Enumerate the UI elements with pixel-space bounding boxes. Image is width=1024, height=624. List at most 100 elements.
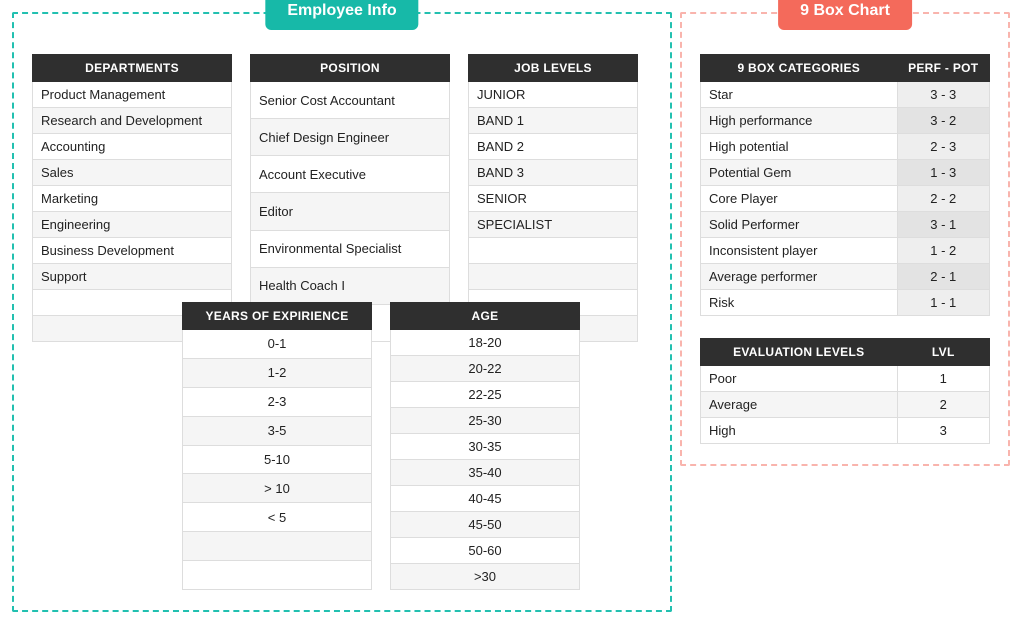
nine-box-header-cat: 9 BOX CATEGORIES [701,55,898,82]
table-row: Health Coach I [251,267,450,304]
cell: >30 [391,564,580,590]
years-table: YEARS OF EXPIRIENCE 0-11-22-33-55-10> 10… [182,302,372,590]
cell: 22-25 [391,382,580,408]
cell: > 10 [183,474,372,503]
cell: High potential [701,134,898,160]
cell: 1 [897,366,989,392]
table-row: 50-60 [391,538,580,564]
table-row: Product Management [33,82,232,108]
table-row: 30-35 [391,434,580,460]
table-row [469,238,638,264]
table-row: Senior Cost Accountant [251,82,450,119]
departments-header: DEPARTMENTS [33,55,232,82]
cell: Senior Cost Accountant [251,82,450,119]
cell: 1 - 2 [897,238,989,264]
age-table: AGE 18-2020-2222-2525-3030-3535-4040-454… [390,302,580,590]
cell: Account Executive [251,156,450,193]
employee-info-row1: DEPARTMENTS Product ManagementResearch a… [32,54,652,342]
cell: Support [33,264,232,290]
cell: BAND 1 [469,108,638,134]
cell: 3 - 2 [897,108,989,134]
age-header: AGE [391,303,580,330]
evaluation-table: EVALUATION LEVELS LVL Poor1Average2High3 [700,338,990,444]
table-row: > 10 [183,474,372,503]
nine-box-title: 9 Box Chart [778,0,912,30]
cell [469,264,638,290]
table-row: 1-2 [183,358,372,387]
cell: 2 - 2 [897,186,989,212]
cell: SPECIALIST [469,212,638,238]
table-row: Editor [251,193,450,230]
cell: 1-2 [183,358,372,387]
cell: 3 - 3 [897,82,989,108]
cell: 20-22 [391,356,580,382]
cell: 3 [897,418,989,444]
table-row: Environmental Specialist [251,230,450,267]
table-row: 3-5 [183,416,372,445]
cell [183,532,372,561]
table-row: BAND 3 [469,160,638,186]
employee-info-panel: Employee Info DEPARTMENTS Product Manage… [12,12,672,612]
cell [183,561,372,590]
table-row: < 5 [183,503,372,532]
table-row: Inconsistent player1 - 2 [701,238,990,264]
cell: 3-5 [183,416,372,445]
table-row: Accounting [33,134,232,160]
cell: Product Management [33,82,232,108]
nine-box-table: 9 BOX CATEGORIES PERF - POT Star3 - 3Hig… [700,54,990,316]
cell: Health Coach I [251,267,450,304]
employee-info-title: Employee Info [265,0,418,30]
cell: JUNIOR [469,82,638,108]
table-row: Marketing [33,186,232,212]
table-row: Core Player2 - 2 [701,186,990,212]
cell: Average [701,392,898,418]
table-row: 45-50 [391,512,580,538]
table-row: Chief Design Engineer [251,119,450,156]
table-row: 25-30 [391,408,580,434]
cell: 2 [897,392,989,418]
table-row: BAND 1 [469,108,638,134]
joblevels-header: JOB LEVELS [469,55,638,82]
age-body: 18-2020-2222-2525-3030-3535-4040-4545-50… [391,330,580,590]
employee-info-row2: YEARS OF EXPIRIENCE 0-11-22-33-55-10> 10… [182,302,652,590]
table-row: 5-10 [183,445,372,474]
cell: 0-1 [183,330,372,359]
cell: 25-30 [391,408,580,434]
cell: Marketing [33,186,232,212]
table-row: 22-25 [391,382,580,408]
table-row: Research and Development [33,108,232,134]
table-row: High potential2 - 3 [701,134,990,160]
table-row: 0-1 [183,330,372,359]
table-row: Sales [33,160,232,186]
table-row: Engineering [33,212,232,238]
cell: 2 - 1 [897,264,989,290]
joblevels-table: JOB LEVELS JUNIORBAND 1BAND 2BAND 3SENIO… [468,54,638,342]
cell: 2-3 [183,387,372,416]
nine-box-header-score: PERF - POT [897,55,989,82]
cell: Sales [33,160,232,186]
cell: 35-40 [391,460,580,486]
cell: 1 - 3 [897,160,989,186]
table-row: >30 [391,564,580,590]
cell: Potential Gem [701,160,898,186]
table-row: Average performer2 - 1 [701,264,990,290]
table-row: SENIOR [469,186,638,212]
cell: Core Player [701,186,898,212]
table-row: Business Development [33,238,232,264]
table-row: High performance3 - 2 [701,108,990,134]
table-row: 20-22 [391,356,580,382]
cell: Research and Development [33,108,232,134]
cell: Engineering [33,212,232,238]
years-body: 0-11-22-33-55-10> 10< 5 [183,330,372,590]
evaluation-header-name: EVALUATION LEVELS [701,339,898,366]
nine-box-panel: 9 Box Chart 9 BOX CATEGORIES PERF - POT … [680,12,1010,466]
table-row: Account Executive [251,156,450,193]
cell: 18-20 [391,330,580,356]
cell: 50-60 [391,538,580,564]
evaluation-body: Poor1Average2High3 [701,366,990,444]
table-row: JUNIOR [469,82,638,108]
table-row: Solid Performer3 - 1 [701,212,990,238]
table-row: Poor1 [701,366,990,392]
cell: High performance [701,108,898,134]
cell: Average performer [701,264,898,290]
